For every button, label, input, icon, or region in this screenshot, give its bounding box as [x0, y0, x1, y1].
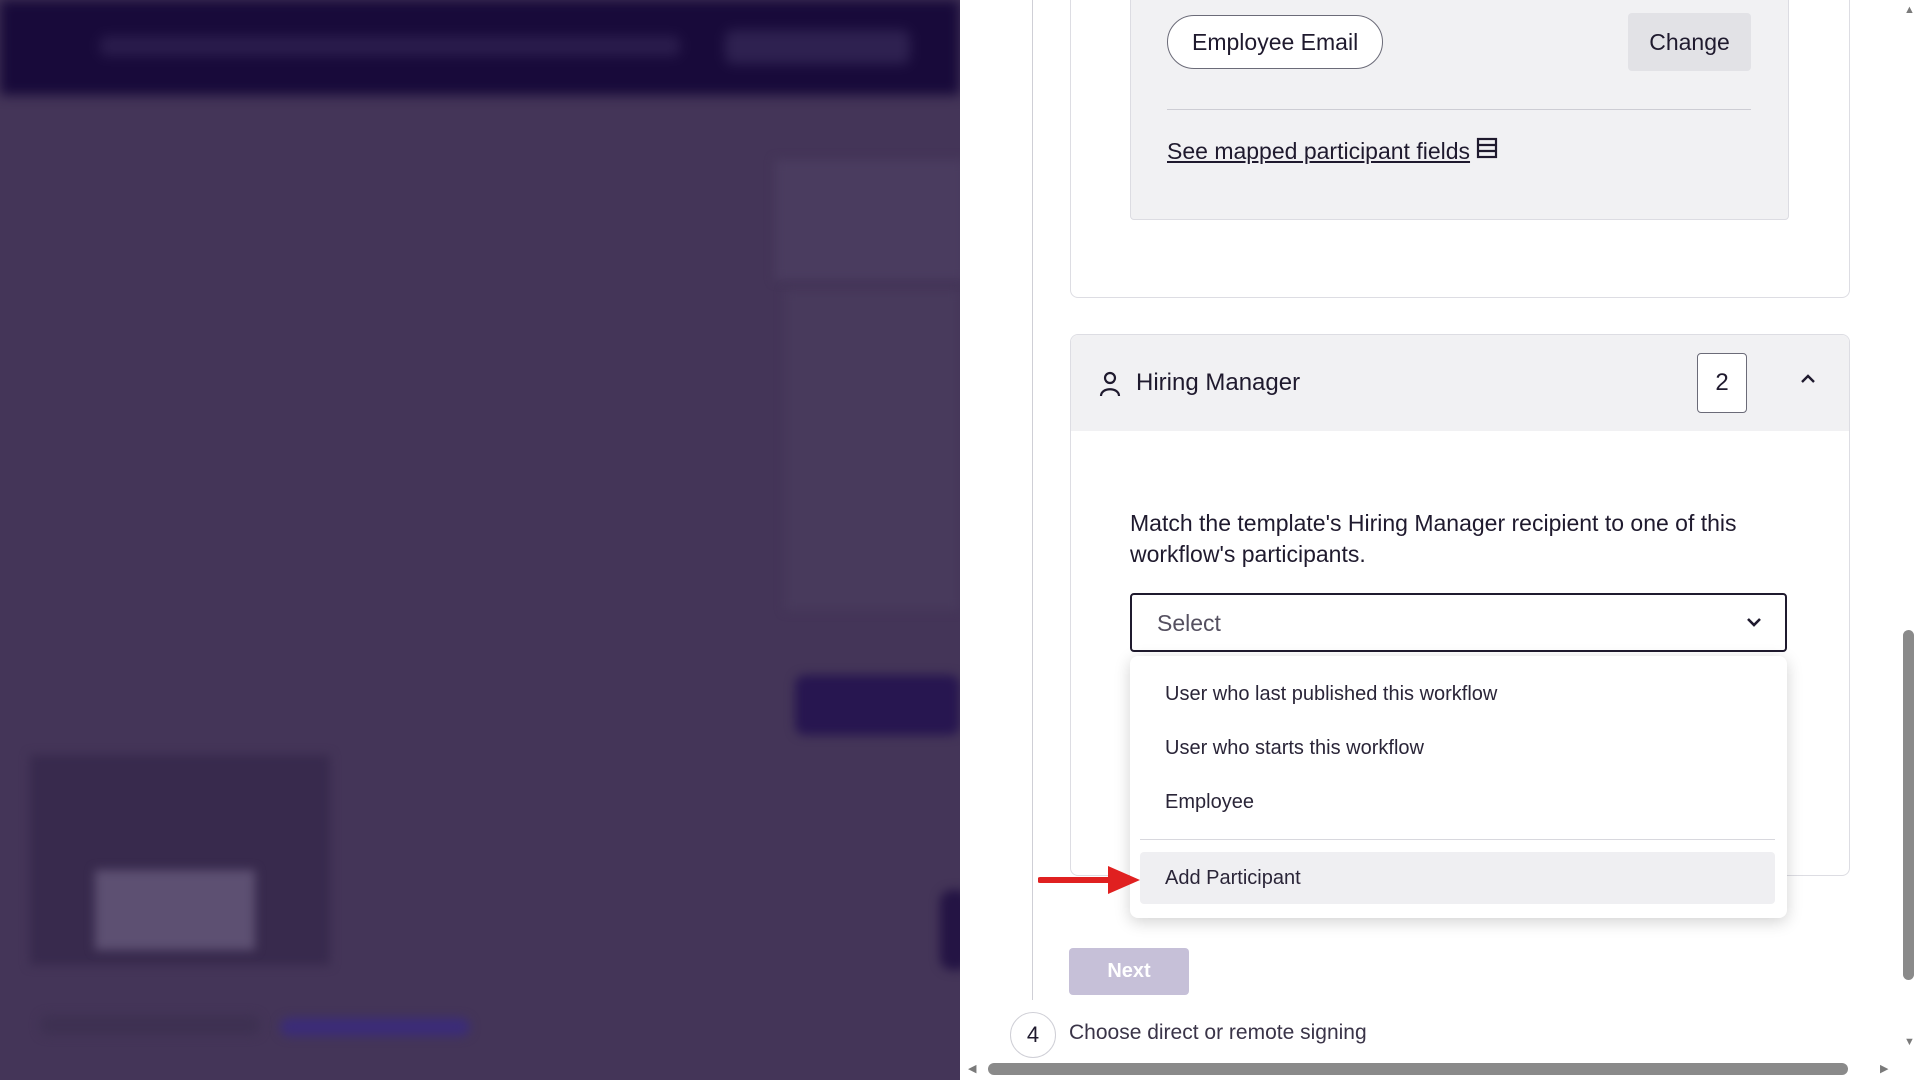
see-mapped-fields-link[interactable]: See mapped participant fields — [1167, 137, 1498, 165]
scroll-left-arrow-icon[interactable]: ◀ — [968, 1062, 976, 1075]
participant-select[interactable]: Select — [1130, 593, 1787, 652]
select-placeholder: Select — [1157, 610, 1221, 636]
mapped-link-label: See mapped participant fields — [1167, 137, 1471, 164]
add-participant-option[interactable]: Add Participant — [1140, 852, 1775, 904]
red-arrow-annotation-icon — [1037, 864, 1142, 901]
divider — [1167, 109, 1751, 110]
dropdown-divider — [1140, 839, 1775, 840]
modal-backdrop[interactable] — [0, 0, 960, 1080]
dropdown-option[interactable]: User who last published this workflow — [1140, 668, 1775, 720]
match-instruction: Match the template's Hiring Manager reci… — [1130, 510, 1737, 567]
person-icon — [1099, 371, 1121, 402]
blurred-button — [940, 890, 960, 970]
stepper-line — [1032, 0, 1033, 1000]
panel-open-icon — [1476, 137, 1498, 165]
blurred-panel — [785, 290, 960, 610]
chevron-down-icon — [1745, 615, 1763, 634]
scroll-right-arrow-icon[interactable]: ▶ — [1880, 1062, 1888, 1075]
blurred-footer — [40, 1015, 260, 1035]
employee-email-pill: Employee Email — [1167, 15, 1384, 69]
recipient-order-badge: 2 — [1697, 353, 1747, 413]
horizontal-scroll-thumb[interactable] — [988, 1063, 1848, 1075]
next-button[interactable]: Next — [1069, 948, 1189, 995]
vertical-scroll-thumb[interactable] — [1903, 630, 1914, 980]
participant-dropdown-menu: User who last published this workflow Us… — [1130, 656, 1787, 918]
scroll-up-arrow-icon[interactable]: ▲ — [1904, 4, 1915, 16]
blurred-panel — [775, 160, 960, 280]
blurred-card-content — [95, 870, 255, 950]
dropdown-option[interactable]: User who starts this workflow — [1140, 722, 1775, 774]
blurred-button — [795, 675, 960, 735]
blurred-app-header — [0, 0, 960, 95]
hiring-manager-title: Hiring Manager — [1136, 369, 1301, 396]
step-number: 4 — [1010, 1012, 1056, 1058]
hiring-manager-header[interactable]: Hiring Manager 2 — [1071, 335, 1849, 431]
dropdown-option[interactable]: Employee — [1140, 776, 1775, 828]
blurred-link — [280, 1018, 470, 1036]
change-button[interactable]: Change — [1628, 13, 1751, 71]
chevron-up-icon[interactable] — [1799, 371, 1817, 390]
step-label[interactable]: Choose direct or remote signing — [1069, 1021, 1367, 1045]
scroll-down-arrow-icon[interactable]: ▼ — [1904, 1036, 1915, 1048]
